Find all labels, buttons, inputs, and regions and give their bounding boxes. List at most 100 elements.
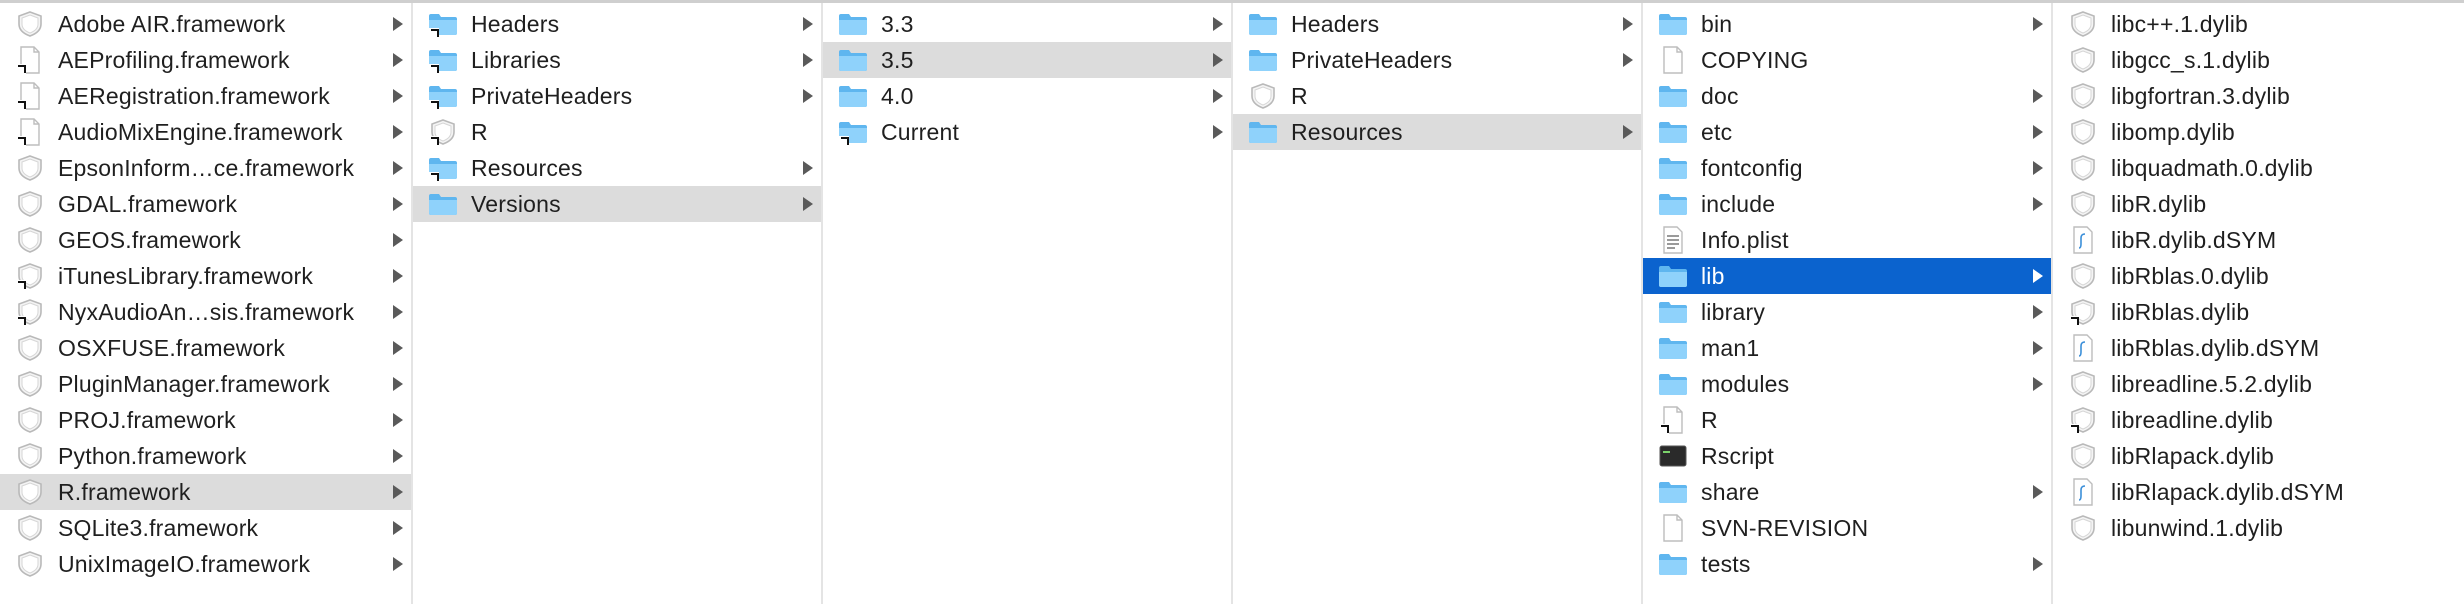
disclosure-arrow-icon[interactable] [1623,17,1633,31]
disclosure-arrow-icon[interactable] [803,197,813,211]
column-r-framework[interactable]: Headers Libraries PrivateHeaders R Resources… [413,3,823,604]
list-item[interactable]: PrivateHeaders [413,78,821,114]
list-item[interactable]: 3.5 [823,42,1231,78]
list-item[interactable]: R [1643,402,2051,438]
list-item[interactable]: libRlapack.dylib [2053,438,2464,474]
disclosure-arrow-icon[interactable] [2033,89,2043,103]
list-item[interactable]: GDAL.framework [0,186,411,222]
list-item[interactable]: etc [1643,114,2051,150]
list-item[interactable]: AudioMixEngine.framework [0,114,411,150]
list-item[interactable]: Info.plist [1643,222,2051,258]
list-item[interactable]: AERegistration.framework [0,78,411,114]
list-item[interactable]: Versions [413,186,821,222]
disclosure-arrow-icon[interactable] [393,161,403,175]
list-item[interactable]: libRblas.0.dylib [2053,258,2464,294]
list-item[interactable]: tests [1643,546,2051,582]
column-resources[interactable]: bin COPYING doc etc fontconfig include Info.pl… [1643,3,2053,604]
list-item[interactable]: 3.3 [823,6,1231,42]
disclosure-arrow-icon[interactable] [1623,53,1633,67]
disclosure-arrow-icon[interactable] [803,17,813,31]
list-item[interactable]: Resources [413,150,821,186]
list-item[interactable]: iTunesLibrary.framework [0,258,411,294]
list-item[interactable]: fontconfig [1643,150,2051,186]
disclosure-arrow-icon[interactable] [393,17,403,31]
list-item[interactable]: library [1643,294,2051,330]
list-item[interactable]: 4.0 [823,78,1231,114]
disclosure-arrow-icon[interactable] [393,377,403,391]
disclosure-arrow-icon[interactable] [2033,557,2043,571]
disclosure-arrow-icon[interactable] [393,125,403,139]
list-item[interactable]: Libraries [413,42,821,78]
list-item[interactable]: Current [823,114,1231,150]
disclosure-arrow-icon[interactable] [1213,89,1223,103]
disclosure-arrow-icon[interactable] [393,53,403,67]
disclosure-arrow-icon[interactable] [393,305,403,319]
list-item[interactable]: libR.dylib [2053,186,2464,222]
list-item[interactable]: OSXFUSE.framework [0,330,411,366]
list-item[interactable]: share [1643,474,2051,510]
disclosure-arrow-icon[interactable] [2033,485,2043,499]
list-item[interactable]: Headers [1233,6,1641,42]
disclosure-arrow-icon[interactable] [2033,305,2043,319]
column-versions[interactable]: 3.3 3.5 4.0 Current [823,3,1233,604]
disclosure-arrow-icon[interactable] [393,269,403,283]
list-item[interactable]: SVN-REVISION [1643,510,2051,546]
list-item[interactable]: PluginManager.framework [0,366,411,402]
list-item[interactable]: libreadline.5.2.dylib [2053,366,2464,402]
list-item[interactable]: NyxAudioAn…sis.framework [0,294,411,330]
list-item[interactable]: libRlapack.dylib.dSYM [2053,474,2464,510]
column-frameworks[interactable]: Adobe AIR.framework AEProfiling.framework… [0,3,413,604]
disclosure-arrow-icon[interactable] [393,413,403,427]
list-item[interactable]: include [1643,186,2051,222]
disclosure-arrow-icon[interactable] [393,233,403,247]
list-item[interactable]: bin [1643,6,2051,42]
list-item[interactable]: man1 [1643,330,2051,366]
list-item[interactable]: libomp.dylib [2053,114,2464,150]
column-lib[interactable]: libc++.1.dylib libgcc_s.1.dylib libgfortra… [2053,3,2464,604]
list-item[interactable]: libc++.1.dylib [2053,6,2464,42]
list-item[interactable]: PROJ.framework [0,402,411,438]
list-item[interactable]: PrivateHeaders [1233,42,1641,78]
disclosure-arrow-icon[interactable] [2033,125,2043,139]
list-item[interactable]: R [413,114,821,150]
list-item[interactable]: libR.dylib.dSYM [2053,222,2464,258]
list-item[interactable]: GEOS.framework [0,222,411,258]
disclosure-arrow-icon[interactable] [2033,161,2043,175]
disclosure-arrow-icon[interactable] [2033,377,2043,391]
list-item[interactable]: SQLite3.framework [0,510,411,546]
list-item[interactable]: Python.framework [0,438,411,474]
list-item[interactable]: Headers [413,6,821,42]
disclosure-arrow-icon[interactable] [803,89,813,103]
disclosure-arrow-icon[interactable] [2033,17,2043,31]
disclosure-arrow-icon[interactable] [393,89,403,103]
list-item[interactable]: libreadline.dylib [2053,402,2464,438]
disclosure-arrow-icon[interactable] [393,521,403,535]
disclosure-arrow-icon[interactable] [803,161,813,175]
disclosure-arrow-icon[interactable] [393,197,403,211]
list-item[interactable]: Resources [1233,114,1641,150]
disclosure-arrow-icon[interactable] [1213,53,1223,67]
disclosure-arrow-icon[interactable] [393,341,403,355]
disclosure-arrow-icon[interactable] [1623,125,1633,139]
list-item[interactable]: modules [1643,366,2051,402]
list-item[interactable]: libquadmath.0.dylib [2053,150,2464,186]
list-item[interactable]: libunwind.1.dylib [2053,510,2464,546]
list-item[interactable]: libRblas.dylib.dSYM [2053,330,2464,366]
disclosure-arrow-icon[interactable] [803,53,813,67]
list-item[interactable]: Adobe AIR.framework [0,6,411,42]
column-version-3-5[interactable]: Headers PrivateHeaders R Resources [1233,3,1643,604]
list-item[interactable]: R.framework [0,474,411,510]
disclosure-arrow-icon[interactable] [393,449,403,463]
disclosure-arrow-icon[interactable] [393,557,403,571]
list-item[interactable]: UnixImageIO.framework [0,546,411,582]
list-item[interactable]: EpsonInform…ce.framework [0,150,411,186]
list-item[interactable]: libgcc_s.1.dylib [2053,42,2464,78]
list-item[interactable]: libRblas.dylib [2053,294,2464,330]
disclosure-arrow-icon[interactable] [393,485,403,499]
list-item[interactable]: COPYING [1643,42,2051,78]
list-item[interactable]: doc [1643,78,2051,114]
list-item[interactable]: R [1233,78,1641,114]
list-item[interactable]: libgfortran.3.dylib [2053,78,2464,114]
disclosure-arrow-icon[interactable] [1213,125,1223,139]
list-item[interactable]: lib [1643,258,2051,294]
